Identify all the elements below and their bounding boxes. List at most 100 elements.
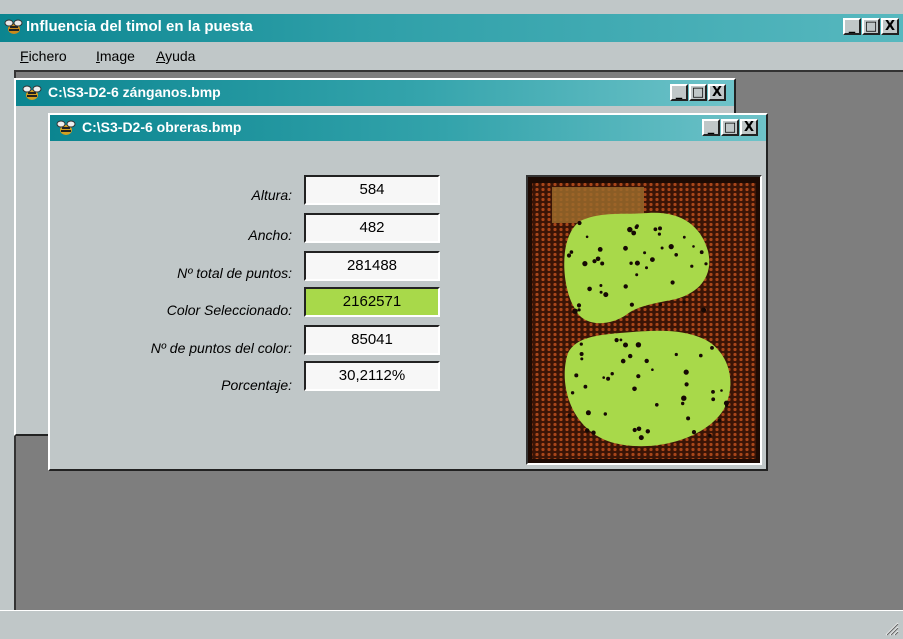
document-window-controls-obreras: _ □ X	[702, 119, 758, 136]
dark-spot	[686, 416, 691, 421]
size-grip-icon[interactable]	[885, 622, 899, 636]
dark-spot	[603, 412, 607, 416]
dark-spot	[655, 403, 659, 407]
document-title-bar-zanganos[interactable]: C:\S3-D2-6 zánganos.bmp _ □ X	[16, 80, 734, 106]
close-icon[interactable]: X	[708, 84, 726, 101]
close-icon[interactable]: X	[740, 119, 758, 136]
dark-spot	[634, 225, 639, 229]
menu-ayuda[interactable]: Ayuda	[156, 48, 195, 64]
dark-spot	[570, 391, 575, 395]
menu-image[interactable]: Image	[96, 48, 135, 64]
dark-spot	[580, 357, 584, 361]
dark-spot	[650, 257, 655, 262]
app-title-bar[interactable]: Influencia del timol en la puesta _ □ X	[0, 14, 903, 42]
dark-spot	[638, 435, 644, 441]
dark-spot	[599, 290, 603, 294]
dark-spot	[701, 307, 707, 313]
menu-image-label: mage	[99, 48, 135, 64]
puntos-color-field[interactable]: 85041	[304, 325, 440, 355]
dark-spot	[579, 342, 583, 346]
maximize-icon[interactable]: □	[689, 84, 707, 101]
dark-spot	[623, 342, 628, 348]
dark-spot	[569, 250, 574, 254]
maximize-icon[interactable]: □	[862, 18, 880, 35]
dark-spot	[606, 376, 611, 381]
dark-spot	[681, 401, 685, 406]
menu-ayuda-accel: A	[156, 48, 166, 64]
menu-ayuda-label: yuda	[165, 48, 196, 64]
menu-fichero-accel: F	[20, 48, 29, 64]
minimize-icon[interactable]: _	[670, 84, 688, 101]
field-labels: Altura: Ancho: Nº total de puntos: Color…	[70, 171, 292, 411]
dark-spot	[629, 261, 633, 265]
menu-fichero-label: ichero	[28, 48, 67, 64]
status-bar	[0, 610, 903, 639]
dark-spot	[599, 284, 603, 287]
minimize-icon[interactable]: _	[843, 18, 861, 35]
label-altura: Altura:	[251, 187, 292, 203]
dark-spot	[651, 368, 654, 371]
document-window-obreras[interactable]: C:\S3-D2-6 obreras.bmp _ □ X Altura: Anc…	[48, 113, 768, 471]
dark-spot	[623, 284, 628, 289]
comb-image	[528, 177, 760, 463]
close-icon[interactable]: X	[881, 18, 899, 35]
dark-spot	[681, 395, 687, 401]
document-title-bar-obreras[interactable]: C:\S3-D2-6 obreras.bmp _ □ X	[50, 115, 766, 141]
dark-spot	[690, 264, 694, 268]
dark-spot	[627, 226, 633, 233]
dark-spot	[658, 226, 662, 231]
dark-spot	[725, 404, 728, 407]
menu-fichero[interactable]: Fichero	[20, 48, 67, 64]
dark-spot	[600, 261, 605, 266]
dark-spot	[577, 220, 582, 226]
dark-spot	[670, 280, 675, 285]
dark-spot	[591, 430, 596, 435]
dark-spot	[645, 266, 648, 270]
dark-spot	[582, 261, 588, 267]
porcentaje-field[interactable]: 30,2112%	[304, 361, 440, 391]
dark-spot	[632, 386, 637, 392]
dark-spot	[682, 235, 686, 239]
dark-spot	[597, 247, 603, 252]
maximize-icon[interactable]: □	[721, 119, 739, 136]
dark-spot	[710, 346, 714, 350]
minimize-icon[interactable]: _	[702, 119, 720, 136]
dark-spot	[583, 384, 588, 389]
color-seleccionado-field[interactable]: 2162571	[304, 287, 440, 317]
dark-spot	[614, 338, 619, 343]
dark-spot	[574, 373, 579, 378]
dark-spot	[636, 426, 642, 432]
dark-spot	[699, 353, 703, 358]
dark-spot	[603, 292, 609, 298]
dark-spot	[692, 245, 695, 248]
comb-image-preview[interactable]	[526, 175, 762, 465]
total-puntos-field[interactable]: 281488	[304, 251, 440, 281]
dark-spot	[657, 232, 661, 236]
dark-spot	[674, 352, 678, 357]
label-porcentaje: Porcentaje:	[221, 377, 292, 393]
dark-spot	[579, 352, 584, 356]
ancho-field[interactable]: 482	[304, 213, 440, 243]
label-total-puntos: Nº total de puntos:	[177, 265, 292, 281]
altura-field[interactable]: 584	[304, 175, 440, 205]
dark-spot	[632, 427, 637, 433]
app-window-controls: _ □ X	[843, 18, 899, 35]
dark-spot	[684, 382, 689, 387]
dark-spot	[682, 300, 686, 304]
label-color-seleccionado: Color Seleccionado:	[166, 302, 292, 318]
dark-spot	[628, 353, 633, 359]
dark-spot	[585, 410, 591, 416]
label-puntos-color: Nº de puntos del color:	[150, 340, 292, 356]
dark-spot	[699, 250, 704, 255]
dark-spot	[708, 433, 712, 438]
application-window: Influencia del timol en la puesta _ □ X …	[0, 0, 903, 639]
dark-spot	[572, 308, 578, 314]
dark-spot	[658, 302, 662, 307]
dark-spot	[717, 418, 722, 423]
dark-spot	[645, 429, 650, 434]
dark-spot	[610, 372, 614, 376]
dark-spot	[660, 246, 664, 250]
dark-spot	[711, 390, 715, 394]
dark-spot	[566, 253, 572, 258]
bee-icon	[4, 19, 23, 34]
